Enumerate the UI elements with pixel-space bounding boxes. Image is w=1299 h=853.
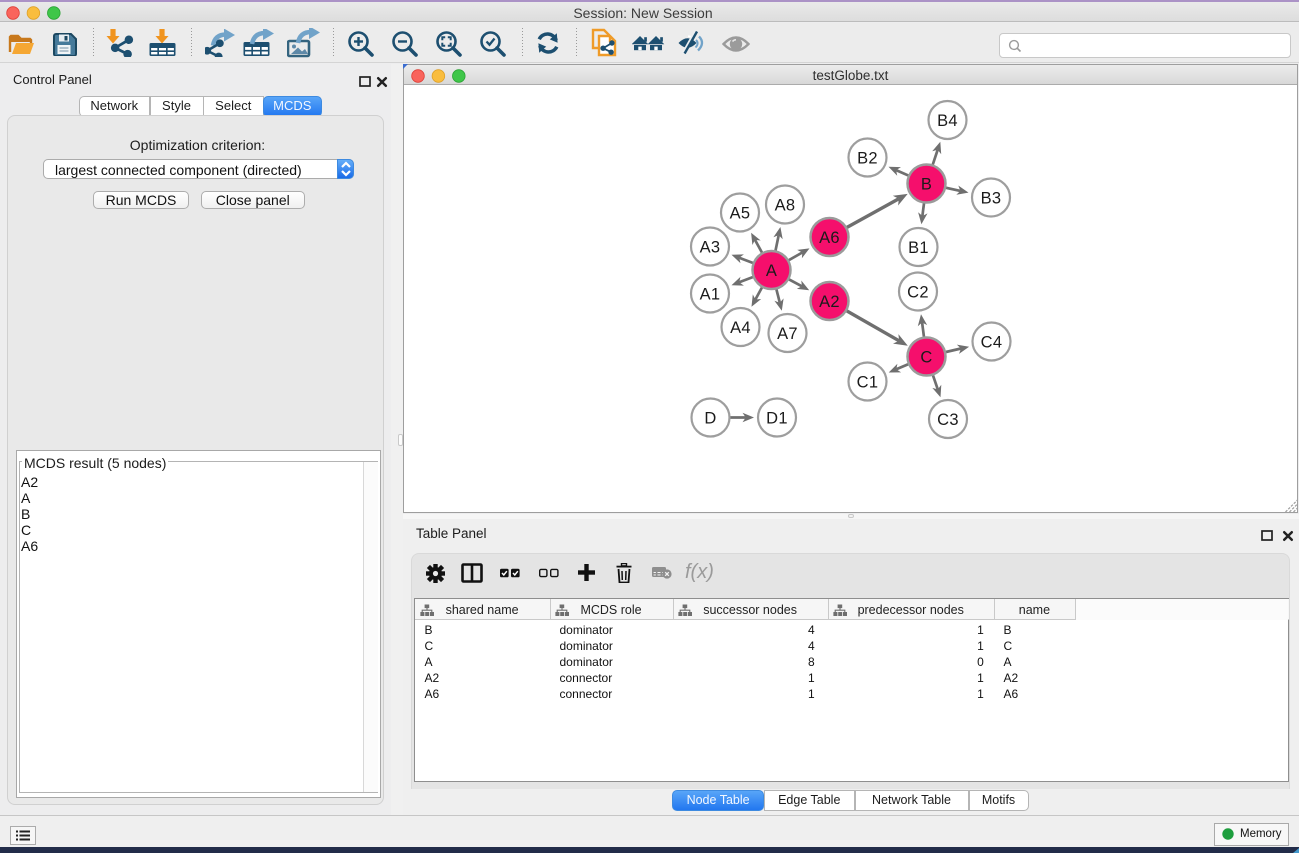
- svg-text:A5: A5: [730, 204, 751, 222]
- svg-text:A8: A8: [775, 196, 796, 214]
- svg-text:A7: A7: [777, 325, 798, 343]
- svg-text:f(x): f(x): [685, 561, 714, 583]
- svg-text:B: B: [921, 175, 932, 193]
- svg-text:A2: A2: [819, 293, 840, 311]
- svg-text:B2: B2: [857, 149, 878, 167]
- svg-text:B4: B4: [937, 112, 958, 130]
- svg-text:A1: A1: [700, 285, 721, 303]
- svg-text:C3: C3: [937, 411, 959, 429]
- svg-text:A6: A6: [819, 229, 840, 247]
- svg-text:C2: C2: [907, 283, 929, 301]
- svg-text:C4: C4: [981, 333, 1003, 351]
- svg-text:D: D: [704, 409, 716, 427]
- svg-text:B1: B1: [908, 239, 929, 257]
- svg-text:C: C: [920, 348, 932, 366]
- svg-text:D1: D1: [766, 409, 788, 427]
- svg-text:A3: A3: [700, 238, 721, 256]
- svg-text:C1: C1: [857, 373, 879, 391]
- svg-text:A4: A4: [730, 319, 751, 337]
- svg-text:B3: B3: [981, 189, 1002, 207]
- svg-text:A: A: [766, 262, 777, 280]
